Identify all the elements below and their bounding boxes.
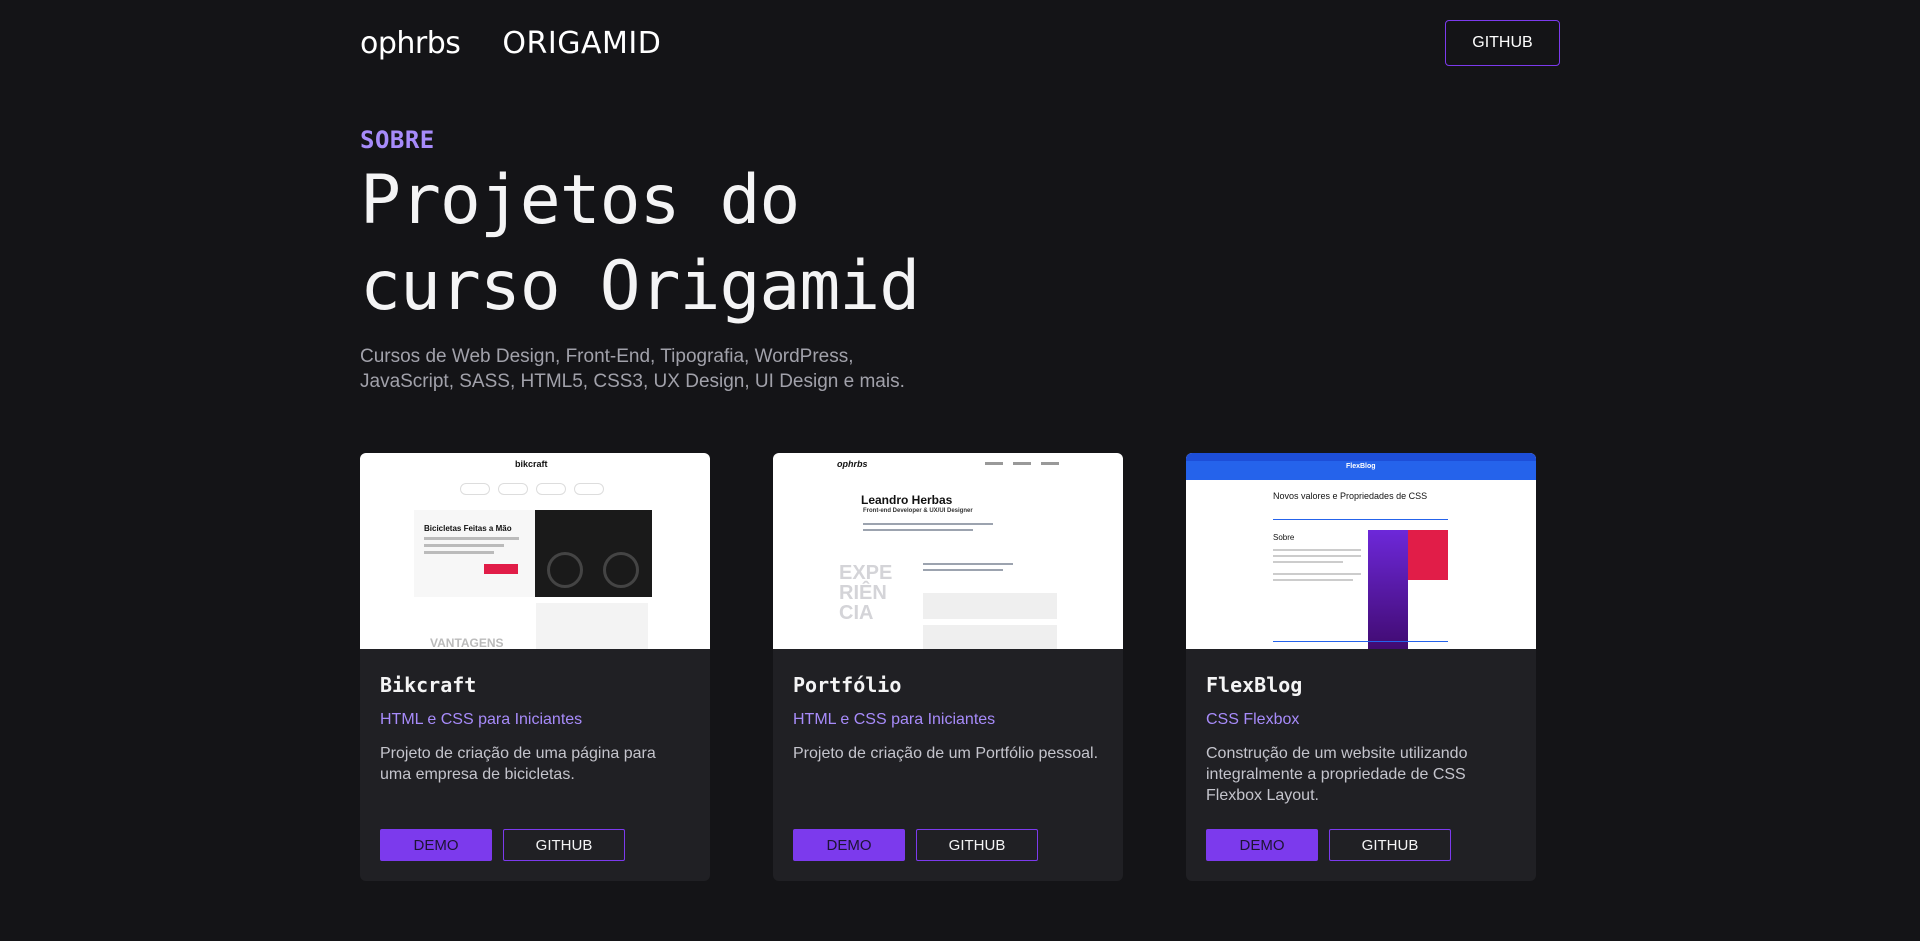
- project-card-bikcraft: bikcraft Bicicletas Feitas a Mão VANTAGE…: [360, 453, 710, 881]
- demo-button[interactable]: DEMO: [380, 829, 492, 861]
- ophrbs-logo[interactable]: ophrbs: [360, 26, 461, 61]
- header-github-button[interactable]: GITHUB: [1445, 20, 1560, 66]
- project-course: HTML e CSS para Iniciantes: [380, 711, 583, 728]
- project-thumbnail[interactable]: ophrbs Leandro Herbas Front-end Develope…: [773, 453, 1123, 649]
- thumb-nav: [985, 462, 1059, 465]
- thumb-section-heading: EXPE RIÊN CIA: [839, 562, 893, 624]
- project-list: bikcraft Bicicletas Feitas a Mão VANTAGE…: [360, 453, 1536, 881]
- project-title: FlexBlog: [1206, 673, 1303, 697]
- demo-button[interactable]: DEMO: [793, 829, 905, 861]
- thumb-role: Front-end Developer & UX/UI Designer: [863, 508, 973, 514]
- project-thumbnail[interactable]: bikcraft Bicicletas Feitas a Mão VANTAGE…: [360, 453, 710, 649]
- github-button[interactable]: GITHUB: [503, 829, 625, 861]
- section-eyebrow: SOBRE: [360, 126, 435, 154]
- project-card-portfolio: ophrbs Leandro Herbas Front-end Develope…: [773, 453, 1123, 881]
- thumb-logo: ophrbs: [837, 459, 868, 469]
- project-description: Projeto de criação de uma página para um…: [380, 745, 656, 783]
- project-title: Portfólio: [793, 673, 902, 697]
- project-thumbnail[interactable]: FlexBlog Novos valores e Propriedades de…: [1186, 453, 1536, 649]
- project-actions: DEMO GITHUB: [380, 829, 625, 861]
- thumb-logo: FlexBlog: [1346, 463, 1376, 470]
- project-course: HTML e CSS para Iniciantes: [793, 711, 996, 728]
- demo-button[interactable]: DEMO: [1206, 829, 1318, 861]
- thumb-feature-box: [536, 603, 648, 649]
- logo-group: ophrbs ORIGAMID: [360, 26, 661, 61]
- thumb-image: [1368, 530, 1408, 649]
- project-actions: DEMO GITHUB: [793, 829, 1038, 861]
- github-button[interactable]: GITHUB: [1329, 829, 1451, 861]
- thumb-name: Leandro Herbas: [861, 493, 953, 507]
- origamid-logo[interactable]: ORIGAMID: [502, 26, 661, 61]
- thumb-nav: [460, 483, 604, 495]
- project-description: Projeto de criação de um Portfólio pesso…: [793, 745, 1099, 762]
- thumb-image: [1408, 530, 1448, 580]
- thumb-heading: Novos valores e Propriedades de CSS: [1273, 491, 1428, 501]
- project-description: Construção de um website utilizando inte…: [1206, 745, 1468, 804]
- github-button[interactable]: GITHUB: [916, 829, 1038, 861]
- project-title: Bikcraft: [380, 673, 477, 697]
- thumb-logo: bikcraft: [515, 459, 548, 469]
- thumb-header: FlexBlog: [1186, 461, 1536, 480]
- thumb-section-heading: Sobre: [1273, 533, 1295, 542]
- page-title: Projetos do curso Origamid: [360, 161, 920, 326]
- site-header: ophrbs ORIGAMID GITHUB: [360, 20, 1560, 66]
- project-card-flexblog: FlexBlog Novos valores e Propriedades de…: [1186, 453, 1536, 881]
- project-actions: DEMO GITHUB: [1206, 829, 1451, 861]
- page-subtitle: Cursos de Web Design, Front-End, Tipogra…: [360, 346, 905, 392]
- thumb-headline: Bicicletas Feitas a Mão: [424, 524, 512, 533]
- thumb-topbar: [1186, 453, 1536, 461]
- project-course: CSS Flexbox: [1206, 711, 1300, 728]
- thumb-section-heading: VANTAGENS: [430, 636, 504, 649]
- page: ophrbs ORIGAMID GITHUB SOBRE Projetos do…: [0, 0, 1920, 941]
- bike-image: [535, 510, 652, 597]
